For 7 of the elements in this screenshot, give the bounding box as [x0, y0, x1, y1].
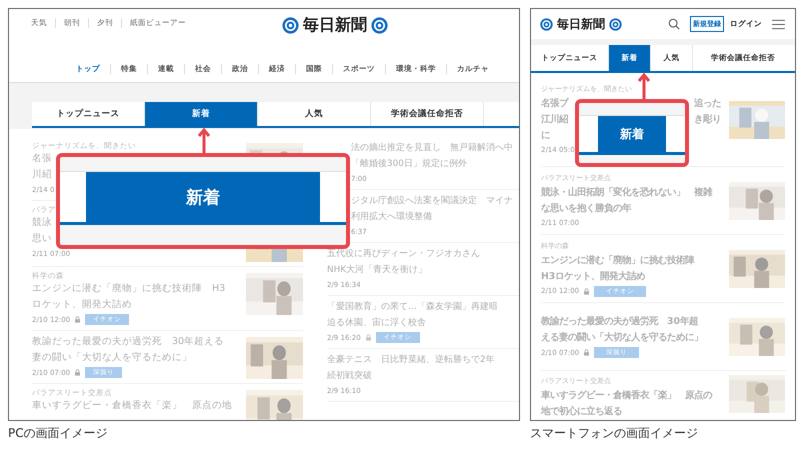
logo-text[interactable]: 毎日新聞: [303, 15, 367, 36]
caption: PCの画面イメージ: [8, 425, 109, 442]
caption: スマートフォンの画面イメージ: [530, 425, 699, 442]
tab-magnified: 新着: [86, 172, 320, 222]
tab-magnified: 新着: [598, 116, 666, 152]
tab[interactable]: 新着: [145, 102, 258, 126]
logo-text[interactable]: 毎日新聞: [557, 16, 605, 32]
